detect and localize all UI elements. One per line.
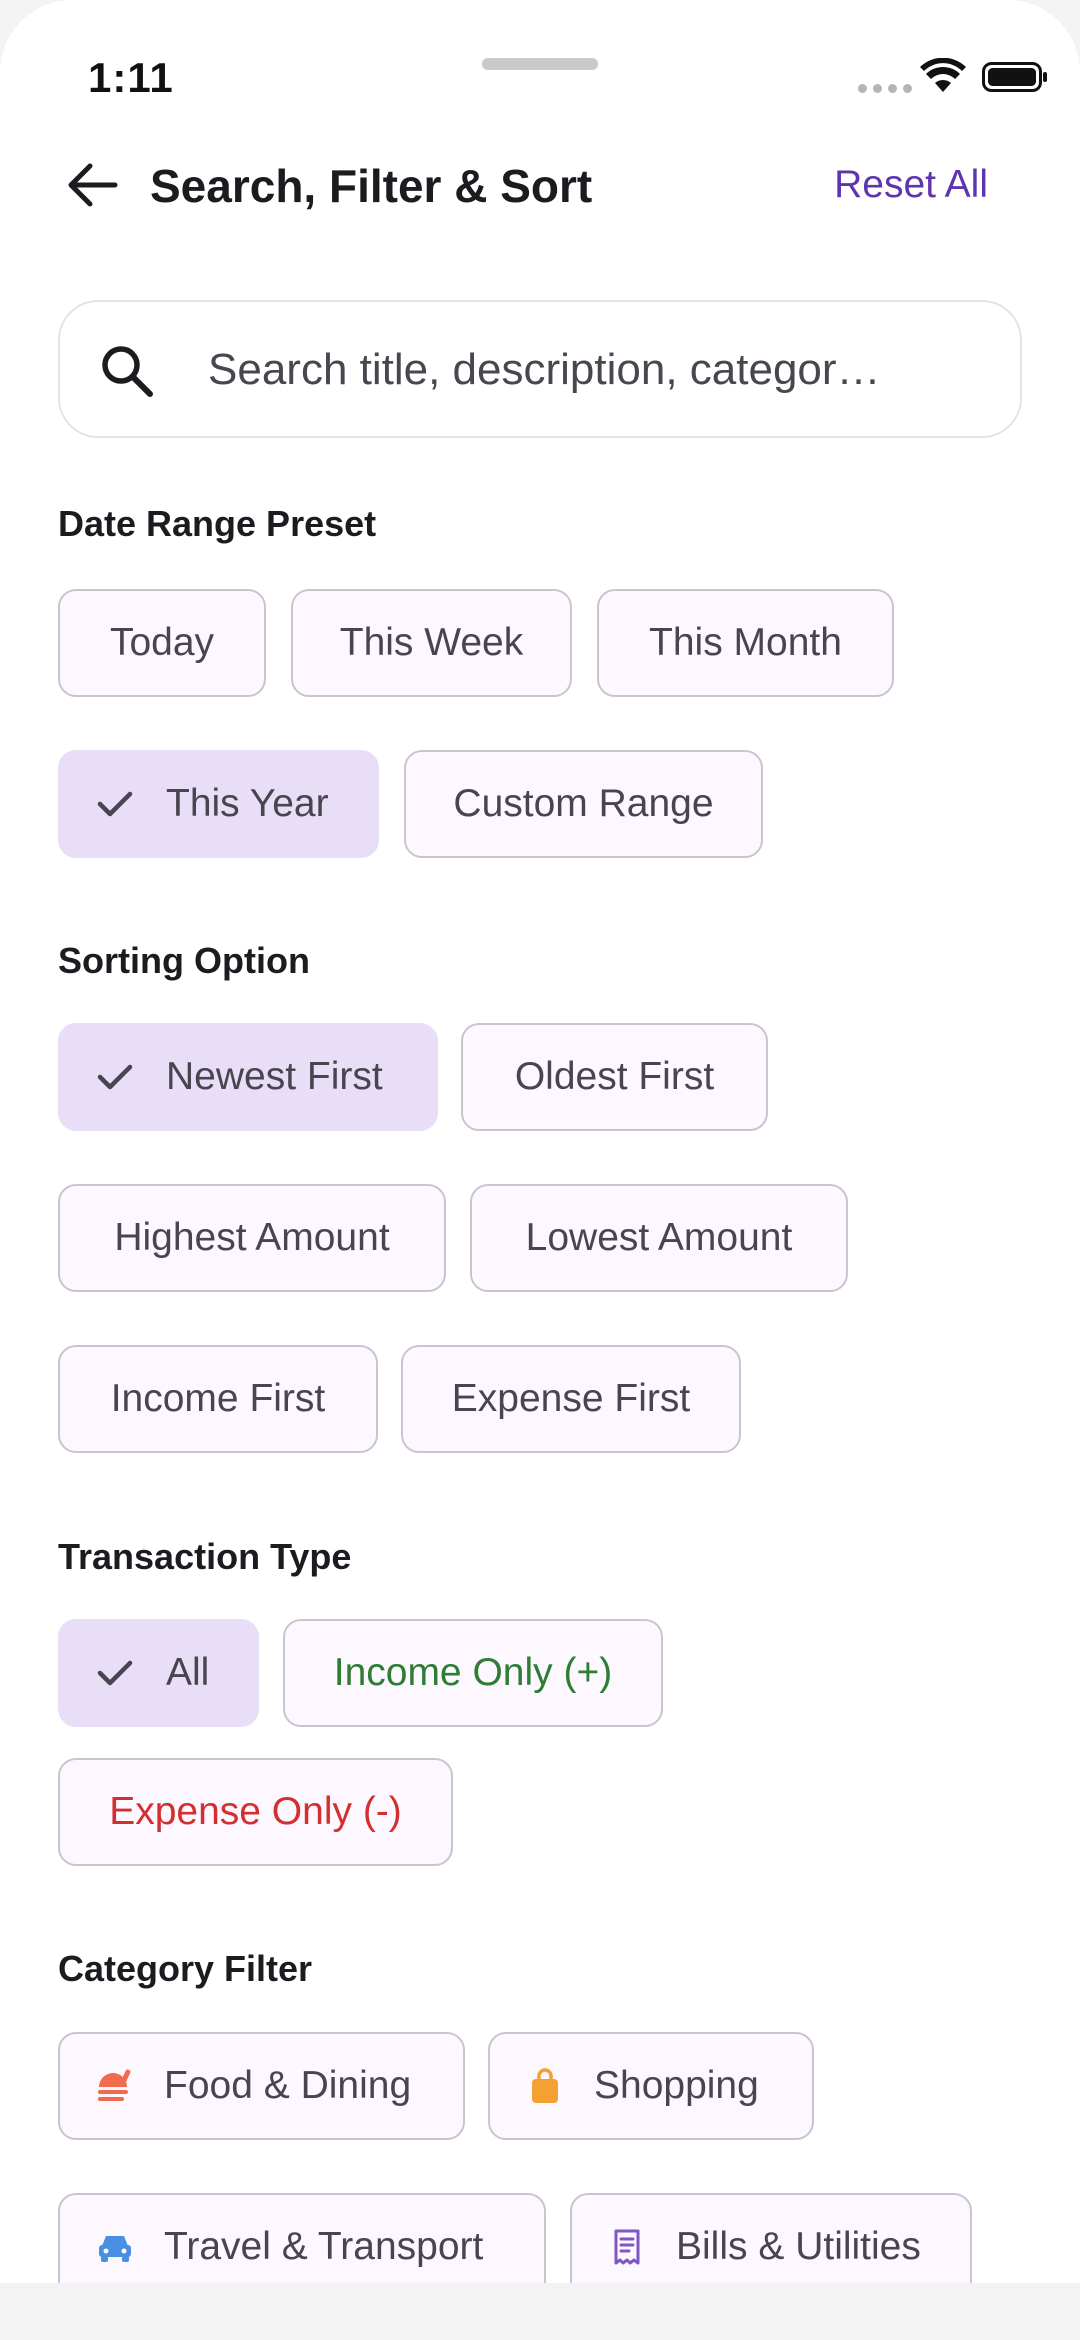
battery-icon	[982, 62, 1047, 92]
chip-today[interactable]: Today	[58, 589, 266, 697]
chip-label: Expense Only (-)	[109, 1790, 402, 1833]
chip-highest-amount[interactable]: Highest Amount	[58, 1184, 446, 1292]
check-icon	[97, 791, 133, 817]
signal-dots-icon	[858, 84, 912, 93]
page-title: Search, Filter & Sort	[150, 160, 593, 212]
shopping-bag-icon	[532, 2068, 558, 2103]
chip-food-dining[interactable]: Food & Dining	[58, 2032, 465, 2140]
bottom-edge	[0, 2283, 1080, 2340]
chip-income-only[interactable]: Income Only (+)	[283, 1619, 663, 1727]
date-range-title: Date Range Preset	[58, 503, 377, 544]
chip-oldest-first[interactable]: Oldest First	[461, 1023, 768, 1131]
status-bar: 1:11	[0, 0, 1080, 120]
chip-label: Income Only (+)	[333, 1651, 613, 1694]
chip-label: Newest First	[166, 1055, 383, 1098]
search-box[interactable]	[58, 300, 1022, 438]
chip-label: Income First	[110, 1377, 326, 1420]
check-icon	[97, 1064, 133, 1090]
chip-label: This Week	[339, 621, 524, 664]
chip-custom-range[interactable]: Custom Range	[404, 750, 763, 858]
chip-newest-first[interactable]: Newest First	[58, 1023, 438, 1131]
chip-this-week[interactable]: This Week	[291, 589, 572, 697]
transaction-type-title: Transaction Type	[58, 1536, 352, 1577]
chip-label: Custom Range	[453, 782, 714, 825]
car-icon	[99, 2236, 131, 2262]
back-button[interactable]	[56, 153, 128, 217]
app-bar: Search, Filter & Sort Reset All	[0, 135, 1080, 235]
chip-label: Today	[109, 621, 215, 664]
search-input[interactable]	[208, 322, 988, 418]
notch-pill	[482, 58, 598, 70]
sorting-title: Sorting Option	[58, 940, 310, 981]
chip-expense-first[interactable]: Expense First	[401, 1345, 741, 1453]
chip-label: Travel & Transport	[164, 2225, 484, 2268]
chip-this-month[interactable]: This Month	[597, 589, 894, 697]
chip-label: Shopping	[594, 2064, 759, 2107]
chip-lowest-amount[interactable]: Lowest Amount	[470, 1184, 848, 1292]
chip-label: This Year	[166, 782, 329, 825]
chip-label: Bills & Utilities	[676, 2225, 921, 2268]
category-filter-title: Category Filter	[58, 1948, 313, 1989]
receipt-icon	[614, 2229, 640, 2265]
chip-label: This Month	[649, 621, 842, 664]
search-icon	[102, 346, 153, 397]
chip-label: All	[166, 1651, 210, 1694]
check-icon	[97, 1660, 133, 1686]
chip-label: Expense First	[451, 1377, 691, 1420]
chip-income-first[interactable]: Income First	[58, 1345, 378, 1453]
chip-all[interactable]: All	[58, 1619, 259, 1727]
status-time: 1:11	[88, 54, 174, 101]
chip-shopping[interactable]: Shopping	[488, 2032, 814, 2140]
arrow-left-icon	[68, 163, 118, 207]
food-icon	[98, 2069, 131, 2101]
chip-this-year[interactable]: This Year	[58, 750, 379, 858]
chip-label: Highest Amount	[114, 1216, 390, 1259]
phone-screen: 1:11 Search, Filter & Sort Reset All Sea…	[0, 0, 1080, 2340]
chip-label: Oldest First	[514, 1055, 715, 1098]
chip-expense-only[interactable]: Expense Only (-)	[58, 1758, 453, 1866]
chip-label: Lowest Amount	[525, 1216, 793, 1259]
chip-label: Food & Dining	[164, 2064, 412, 2107]
wifi-icon	[920, 58, 966, 92]
reset-all-button[interactable]: Reset All	[834, 163, 988, 207]
